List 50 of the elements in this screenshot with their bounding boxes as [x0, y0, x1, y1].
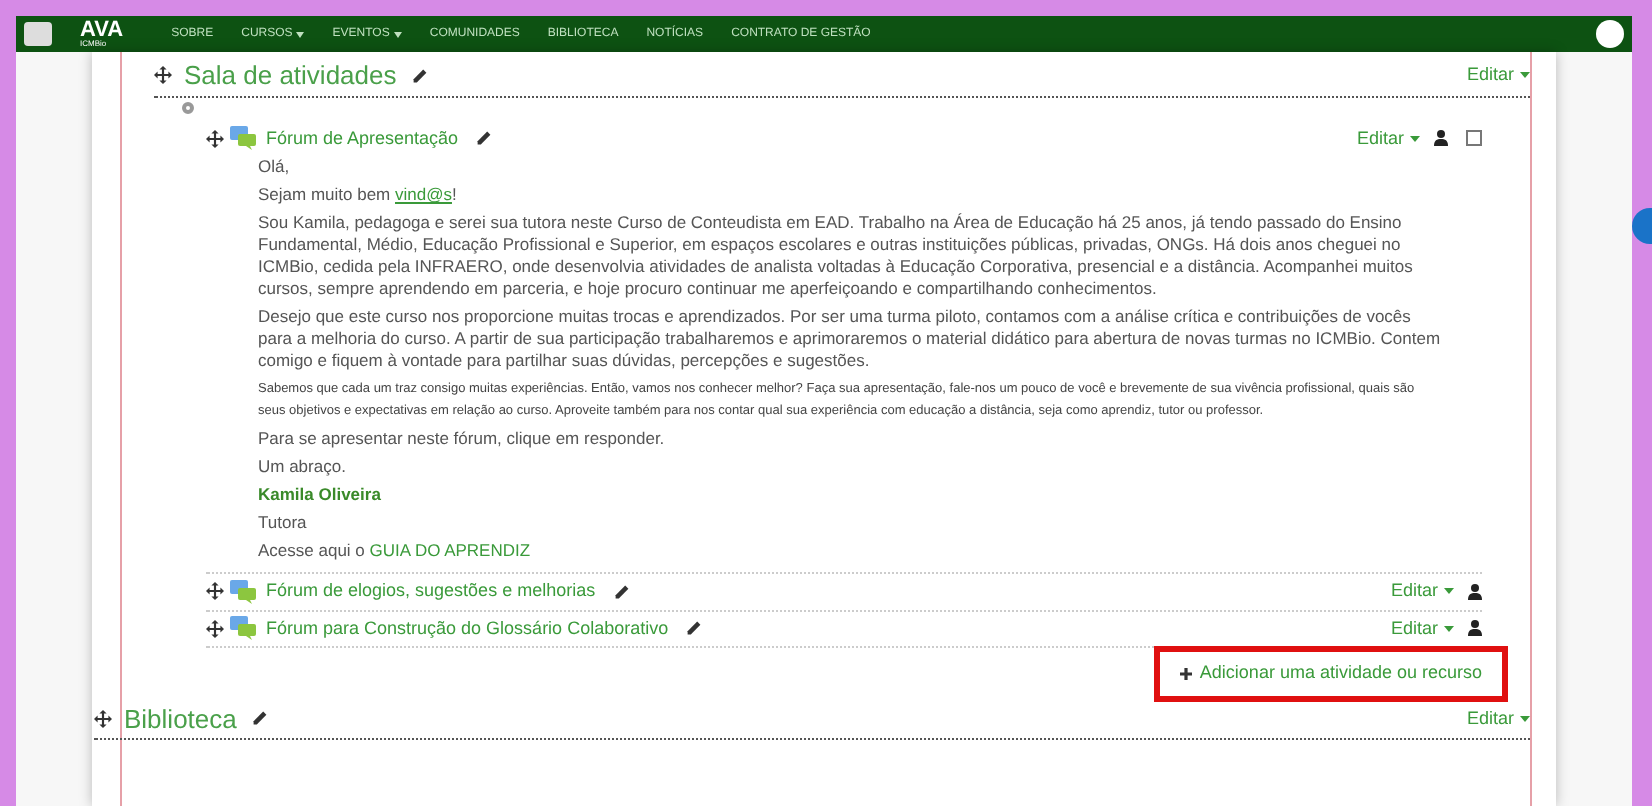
person-icon[interactable] [1434, 130, 1448, 147]
paragraph: Para se apresentar neste fórum, clique em responder. [258, 428, 667, 450]
forum-link[interactable]: Fórum de Apresentação [266, 125, 459, 152]
caret-icon [1444, 588, 1454, 595]
caret-icon [296, 31, 305, 37]
edit-menu[interactable]: Editar [1390, 615, 1454, 642]
edit-menu[interactable]: Editar [1390, 578, 1454, 605]
forum-icon [230, 579, 256, 604]
add-activity-link[interactable]: Adicionar uma atividade ou recurso [1159, 652, 1502, 695]
settings-icon[interactable] [182, 101, 194, 113]
edit-menu[interactable]: Editar [1466, 62, 1530, 89]
caret-icon [1520, 715, 1530, 722]
edit-menu[interactable]: Editar [1466, 705, 1530, 732]
pencil-icon[interactable] [686, 620, 703, 637]
signature-name: Kamila Oliveira [258, 484, 383, 506]
pencil-icon[interactable] [252, 710, 269, 727]
paragraph: Sejam muito bem vind@s! [258, 184, 459, 206]
paragraph: Desejo que este curso nos proporcione muitas trocas e aprendizados. Por ser uma turma piloto, contamos com a análise crítica e contribuições de vocês para a melhoria do curso. A partir de sua participação trabalharemos e aprimoraremos o material didático para abertura de novas turmas no ICMBio. Contem comigo e fiquem à vontade para partilhar suas dúvidas, percepções e sugestões. [258, 306, 1442, 372]
move-icon[interactable] [206, 582, 224, 601]
forum-icon [230, 126, 256, 151]
pencil-icon[interactable] [476, 130, 493, 147]
text-link[interactable]: GUIA DO APRENDIZ [369, 540, 531, 560]
text-link[interactable]: vind@s [395, 184, 452, 204]
paragraph: Acesse aqui o GUIA DO APRENDIZ [258, 540, 533, 562]
section-title: Biblioteca [124, 701, 237, 737]
pencil-icon[interactable] [412, 67, 429, 84]
pencil-icon[interactable] [613, 583, 630, 600]
caret-icon [393, 31, 402, 37]
completion-checkbox[interactable] [1466, 130, 1482, 147]
forum-icon [230, 616, 256, 641]
plus-icon [1179, 667, 1192, 680]
person-icon[interactable] [1468, 583, 1482, 600]
edit-menu[interactable]: Editar [1356, 125, 1420, 152]
avatar-icon[interactable] [1596, 20, 1624, 48]
move-icon[interactable] [206, 129, 224, 148]
paragraph: Um abraço. [258, 456, 348, 478]
paragraph: Sou Kamila, pedagoga e serei sua tutora neste Curso de Conteudista em EAD. Trabalho na Área de Educação há 25 anos, já tendo passado do Ensino Fundamental, Médio, Educação Profissional e Superior, em espaços escolares e outras instituições públicas, privadas, ONGs. Há dois anos cheguei no ICMBio, cedida pela INFRAERO, onde desenvolvia atividades de analista voltadas à Educação Corporativa, presencial e a distância. Acompanhei muitos cursos, sempre aprendendo em parceria, e hoje procuro continuar me aperfeiçoando e compartilhando conhecimentos. [258, 212, 1415, 300]
forum-link[interactable]: Fórum de elogios, sugestões e melhorias [266, 578, 596, 605]
move-icon[interactable] [94, 709, 112, 728]
caret-icon [1410, 135, 1420, 142]
logo-title[interactable]: AVA [80, 20, 124, 40]
section-title: Sala de atividades [184, 58, 397, 94]
forum-link[interactable]: Fórum para Construção do Glossário Colaborativo [266, 615, 669, 642]
move-icon[interactable] [206, 619, 224, 638]
caret-icon [1520, 72, 1530, 79]
move-icon[interactable] [154, 66, 172, 85]
paragraph: Tutora [258, 512, 309, 534]
person-icon[interactable] [1468, 620, 1482, 637]
caret-icon [1444, 625, 1454, 632]
paragraph: Olá, [258, 156, 292, 178]
